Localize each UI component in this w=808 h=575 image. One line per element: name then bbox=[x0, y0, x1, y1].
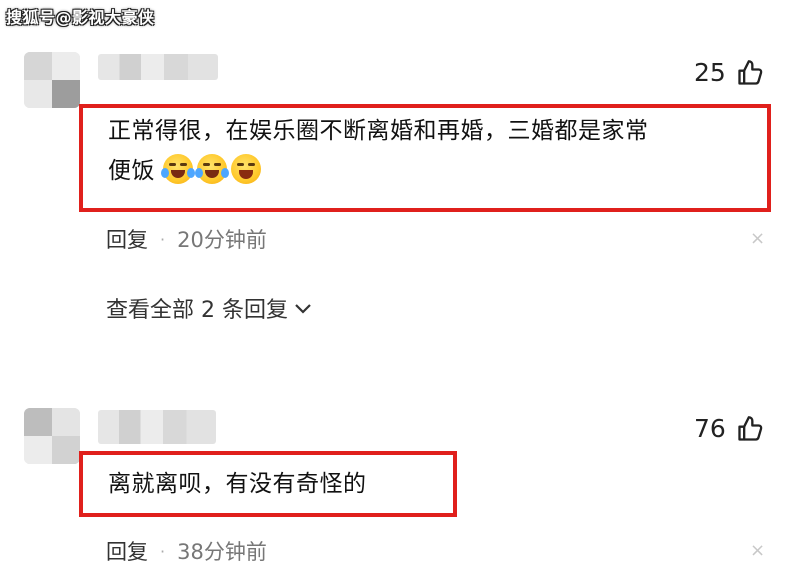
thumbs-up-icon bbox=[738, 415, 763, 441]
laugh-cry-emoji bbox=[160, 154, 195, 184]
avatar[interactable] bbox=[24, 52, 80, 108]
like-count: 25 bbox=[694, 58, 726, 87]
comment-time: 38分钟前 bbox=[177, 540, 267, 564]
grin-emoji bbox=[230, 154, 261, 184]
reply-button[interactable]: 回复 bbox=[106, 224, 148, 254]
reply-button[interactable]: 回复 bbox=[106, 536, 148, 566]
view-replies-link[interactable]: 查看全部 2 条回复 bbox=[106, 292, 312, 324]
comment-text: 离就离呗，有没有奇怪的 bbox=[108, 464, 367, 504]
meta-separator: · bbox=[160, 229, 166, 249]
view-replies-label: 查看全部 2 条回复 bbox=[106, 298, 288, 323]
thumbs-up-icon bbox=[738, 59, 763, 85]
comment-text: 正常得很，在娱乐圈不断离婚和再婚，三婚都是家常 便饭 bbox=[108, 111, 758, 191]
chevron-down-icon bbox=[295, 304, 311, 314]
laugh-cry-emoji bbox=[194, 154, 229, 184]
comment-text-line: 正常得很，在娱乐圈不断离婚和再婚，三婚都是家常 bbox=[108, 118, 649, 144]
comment-meta: 回复 · 38分钟前 bbox=[106, 536, 267, 566]
comment-meta: 回复 · 20分钟前 bbox=[106, 224, 267, 254]
like-button[interactable]: 76 bbox=[694, 414, 764, 443]
comment-time: 20分钟前 bbox=[177, 228, 267, 252]
comment-text-line: 便饭 bbox=[108, 151, 758, 191]
comment-text-tail: 便饭 bbox=[108, 158, 155, 184]
close-icon[interactable]: × bbox=[750, 228, 765, 249]
username-blurred[interactable] bbox=[98, 54, 218, 80]
comment-text-line: 离就离呗，有没有奇怪的 bbox=[108, 471, 367, 497]
close-icon[interactable]: × bbox=[750, 540, 765, 561]
watermark: 搜狐号@影视大豪侠 bbox=[6, 8, 155, 27]
avatar[interactable] bbox=[24, 408, 80, 464]
like-count: 76 bbox=[694, 414, 726, 443]
username-blurred[interactable] bbox=[98, 410, 216, 444]
like-button[interactable]: 25 bbox=[694, 58, 764, 87]
meta-separator: · bbox=[160, 541, 166, 561]
